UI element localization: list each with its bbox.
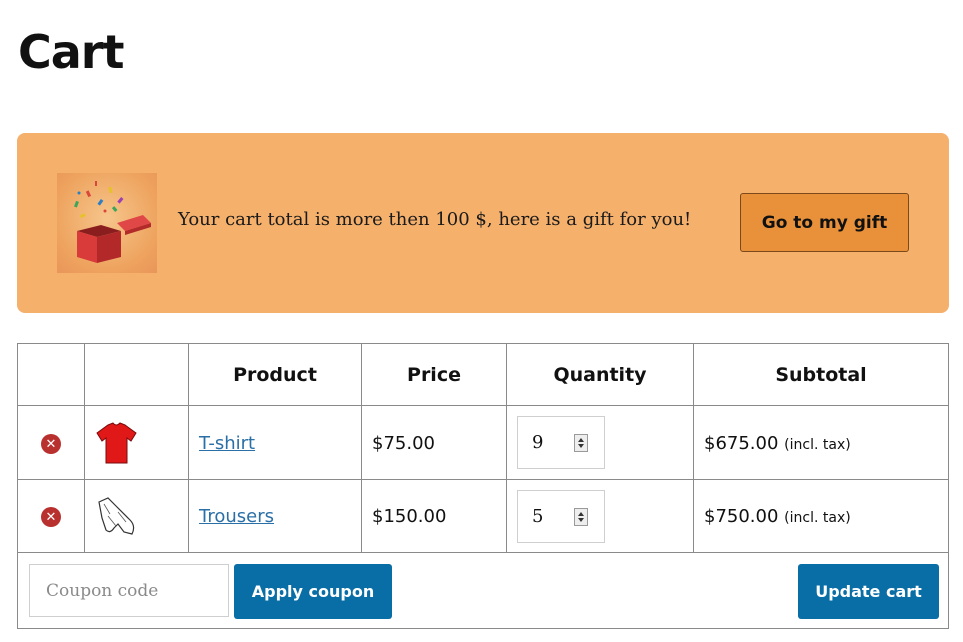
quantity-stepper[interactable]: 5 (517, 490, 605, 543)
spin-down-icon[interactable] (578, 444, 584, 448)
product-link[interactable]: Trousers (199, 506, 274, 527)
spin-up-icon[interactable] (578, 438, 584, 442)
subtotal-value: $750.00 (704, 506, 779, 527)
table-divider (84, 344, 85, 552)
apply-coupon-button[interactable]: Apply coupon (234, 564, 392, 619)
quantity-value: 5 (532, 506, 544, 527)
subtotal-value: $675.00 (704, 433, 779, 454)
tax-note: (incl. tax) (784, 437, 851, 453)
cart-table: Product Price Quantity Subtotal ✕ T-shir… (17, 343, 949, 629)
spin-down-icon[interactable] (578, 518, 584, 522)
spin-up-icon[interactable] (578, 512, 584, 516)
update-cart-button[interactable]: Update cart (798, 564, 939, 619)
gift-box-icon (57, 173, 157, 273)
trousers-icon (94, 494, 139, 539)
table-divider (18, 479, 948, 480)
coupon-code-input[interactable] (29, 564, 229, 617)
gift-banner: Your cart total is more then 100 $, here… (17, 133, 949, 313)
price: $150.00 (372, 506, 447, 527)
go-to-gift-button[interactable]: Go to my gift (740, 193, 909, 252)
remove-icon[interactable]: ✕ (41, 507, 61, 527)
quantity-value: 9 (532, 432, 544, 453)
subtotal: $675.00 (incl. tax) (704, 433, 851, 454)
spinner-control[interactable] (574, 434, 588, 452)
header-price: Price (407, 364, 461, 386)
spinner-control[interactable] (574, 508, 588, 526)
quantity-stepper[interactable]: 9 (517, 416, 605, 469)
subtotal: $750.00 (incl. tax) (704, 506, 851, 527)
tax-note: (incl. tax) (784, 510, 851, 526)
price: $75.00 (372, 433, 435, 454)
remove-icon[interactable]: ✕ (41, 434, 61, 454)
table-divider (18, 552, 948, 553)
header-product: Product (233, 364, 317, 386)
header-quantity: Quantity (553, 364, 647, 386)
tshirt-icon (94, 421, 139, 466)
page-title: Cart (18, 25, 124, 79)
product-link[interactable]: T-shirt (199, 433, 255, 454)
header-subtotal: Subtotal (775, 364, 867, 386)
gift-message: Your cart total is more then 100 $, here… (178, 209, 692, 230)
